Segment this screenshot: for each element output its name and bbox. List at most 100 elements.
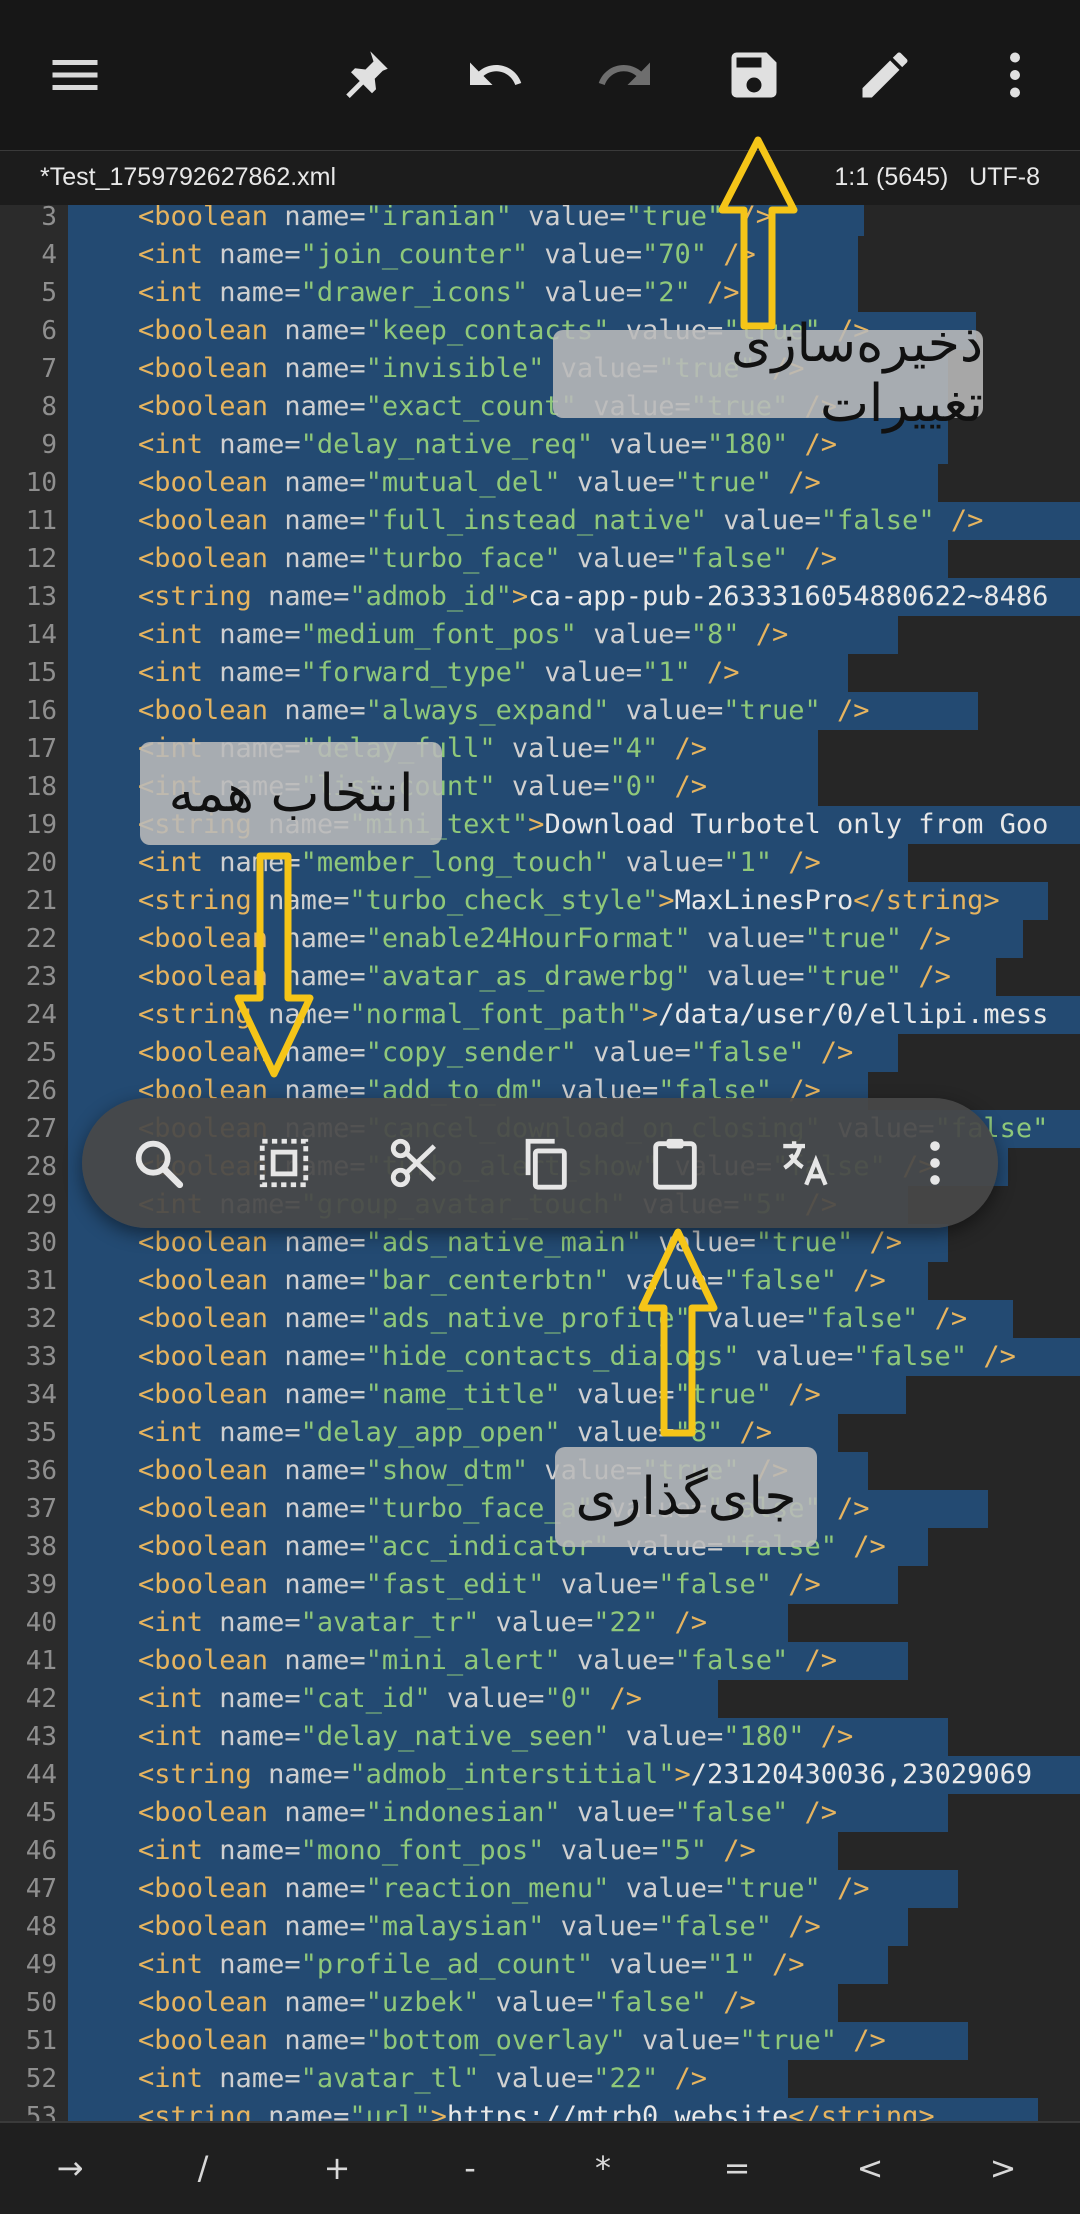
code-token: name= — [203, 239, 301, 270]
code-line[interactable]: 23 <boolean name="avatar_as_drawerbg" val… — [0, 958, 1080, 996]
code-line[interactable]: 46 <int name="mono_font_pos" value="5" /> — [0, 1832, 1080, 1870]
code-line[interactable]: 38<boolean name="acc_indicator" value="f… — [0, 1528, 1080, 1566]
select-all-arrow — [234, 852, 314, 1078]
code-token: boolean — [154, 205, 269, 232]
edit-button[interactable] — [845, 35, 925, 115]
code-token: < — [138, 2101, 155, 2121]
code-token: value= — [511, 205, 626, 232]
code-token: /> — [658, 771, 708, 802]
code-token: > — [430, 2101, 447, 2121]
menu-button[interactable] — [35, 35, 115, 115]
more-options-button[interactable] — [975, 35, 1055, 115]
code-line[interactable]: 40 <int name="avatar_tr" value="22" /> — [0, 1604, 1080, 1642]
code-line[interactable]: 3 <boolean name="iranian" value="true" /> — [0, 205, 1080, 236]
code-token: "1" — [707, 1949, 756, 1980]
translate-button[interactable] — [765, 1123, 845, 1203]
code-line[interactable]: 31 <boolean name="bar_centerbtn" value="f… — [0, 1262, 1080, 1300]
key-slash[interactable]: / — [163, 2123, 243, 2214]
code-line[interactable]: 39 <boolean name="fast_edit" value="false… — [0, 1566, 1080, 1604]
code-line[interactable]: 49 <int name="profile_ad_count" value="1"… — [0, 1946, 1080, 1984]
code-token: name= — [251, 1759, 350, 1790]
code-token: "true" — [723, 1873, 821, 1904]
undo-button[interactable] — [455, 35, 535, 115]
pin-button[interactable] — [324, 35, 404, 115]
code-line[interactable]: 44 <string name="admob_interstitial">/231… — [0, 1756, 1080, 1794]
code-token: < — [138, 619, 155, 650]
cut-button[interactable] — [375, 1123, 455, 1203]
save-callout: ذخیره‌سازی تغییرات — [553, 314, 983, 434]
code-token: < — [138, 1037, 155, 1068]
code-token: name= — [251, 581, 350, 612]
code-line[interactable]: 24 <string name="normal_font_path">/data/… — [0, 996, 1080, 1034]
code-line[interactable]: 34 <boolean name="name_title" value="true… — [0, 1376, 1080, 1414]
code-line[interactable]: 4 <int name="join_counter" value="70" /> — [0, 236, 1080, 274]
code-token: /> — [658, 733, 708, 764]
code-line[interactable]: 53 <string name="url">https://mtrb0.websi… — [0, 2098, 1080, 2121]
code-line[interactable]: 32 <boolean name="ads_native_profile" val… — [0, 1300, 1080, 1338]
key-equals[interactable]: = — [697, 2123, 777, 2214]
code-token: name= — [203, 1721, 301, 1752]
code-line[interactable]: 36<boolean name="show_dtm" value="true" … — [0, 1452, 1080, 1490]
redo-button[interactable] — [585, 35, 665, 115]
save-button[interactable] — [714, 35, 794, 115]
code-token: value= — [609, 1721, 724, 1752]
search-button[interactable] — [118, 1123, 198, 1203]
key-minus[interactable]: - — [430, 2123, 510, 2214]
code-token: int — [154, 1417, 204, 1448]
code-line[interactable]: 47 <boolean name="reaction_menu" value="t… — [0, 1870, 1080, 1908]
key-plus[interactable]: + — [297, 2123, 377, 2214]
code-line[interactable]: 21 <string name="turbo_check_style">MaxLi… — [0, 882, 1080, 920]
code-token: > — [674, 1759, 691, 1790]
code-token: name= — [268, 2025, 366, 2056]
code-token: /> — [658, 2063, 708, 2094]
code-line[interactable]: 45 <boolean name="indonesian" value="fals… — [0, 1794, 1080, 1832]
code-token: "false" — [658, 1911, 773, 1942]
code-token: < — [138, 1645, 155, 1676]
paste-arrow — [638, 1228, 718, 1437]
code-line[interactable]: 51 <boolean name="bottom_overlay" value="… — [0, 2022, 1080, 2060]
key-asterisk[interactable]: * — [563, 2123, 643, 2214]
code-token: value= — [430, 1683, 545, 1714]
code-line[interactable]: 33 <boolean name="hide_contacts_dialogs" … — [0, 1338, 1080, 1376]
code-token: < — [138, 2025, 155, 2056]
key-arrow[interactable]: → — [30, 2123, 110, 2214]
code-line[interactable]: 43 <int name="delay_native_seen" value="1… — [0, 1718, 1080, 1756]
code-token: /data/user/0/ellipi.mess — [658, 999, 1049, 1030]
code-token: name= — [268, 1379, 366, 1410]
code-line[interactable]: 25 <boolean name="copy_sender" value="fal… — [0, 1034, 1080, 1072]
code-token: < — [138, 999, 155, 1030]
code-token: int — [154, 1721, 204, 1752]
code-line[interactable]: 48 <boolean name="malaysian" value="false… — [0, 1908, 1080, 1946]
code-line[interactable]: 50 <boolean name="uzbek" value="false" /> — [0, 1984, 1080, 2022]
select-all-button[interactable] — [244, 1123, 324, 1203]
more-actions-button[interactable] — [895, 1123, 975, 1203]
code-line[interactable]: 13 <string name="admob_id">ca-app-pub-263… — [0, 578, 1080, 616]
code-token: < — [138, 1873, 155, 1904]
code-line[interactable]: 10 <boolean name="mutual_del" value="true… — [0, 464, 1080, 502]
code-token: /> — [837, 1265, 886, 1296]
code-line[interactable]: 5 <int name="drawer_icons" value="2" /> — [0, 274, 1080, 312]
paste-button[interactable] — [635, 1123, 715, 1203]
code-line[interactable]: 42 <int name="cat_id" value="0" /> — [0, 1680, 1080, 1718]
code-token: int — [154, 1607, 204, 1638]
code-line[interactable]: 37<boolean name="turbo_face_a" value="fa… — [0, 1490, 1080, 1528]
code-line[interactable]: 30 <boolean name="ads_native_main" value=… — [0, 1224, 1080, 1262]
key-less-than[interactable]: < — [830, 2123, 910, 2214]
code-line[interactable]: 52 <int name="avatar_tl" value="22" /> — [0, 2060, 1080, 2098]
code-token: value= — [479, 1987, 594, 2018]
key-greater-than[interactable]: > — [963, 2123, 1043, 2214]
code-line[interactable]: 11 <boolean name="full_instead_native" va… — [0, 502, 1080, 540]
code-line[interactable]: 41 <boolean name="mini_alert" value="fals… — [0, 1642, 1080, 1680]
copy-button[interactable] — [505, 1123, 585, 1203]
code-line[interactable]: 12 <boolean name="turbo_face" value="fals… — [0, 540, 1080, 578]
code-line[interactable]: 14 <int name="medium_font_pos" value="8" … — [0, 616, 1080, 654]
code-line[interactable]: 20 <int name="member_long_touch" value="1… — [0, 844, 1080, 882]
code-line[interactable]: 16 <boolean name="always_expand" value="t… — [0, 692, 1080, 730]
line-number: 26 — [25, 1076, 57, 1106]
code-line[interactable]: 35 <int name="delay_app_open" value="8" /… — [0, 1414, 1080, 1452]
line-number: 23 — [25, 962, 57, 992]
code-line[interactable]: 15 <int name="forward_type" value="1" /> — [0, 654, 1080, 692]
code-token: < — [138, 885, 155, 916]
code-line[interactable]: 22 <boolean name="enable24HourFormat" val… — [0, 920, 1080, 958]
line-number: 49 — [25, 1950, 57, 1980]
